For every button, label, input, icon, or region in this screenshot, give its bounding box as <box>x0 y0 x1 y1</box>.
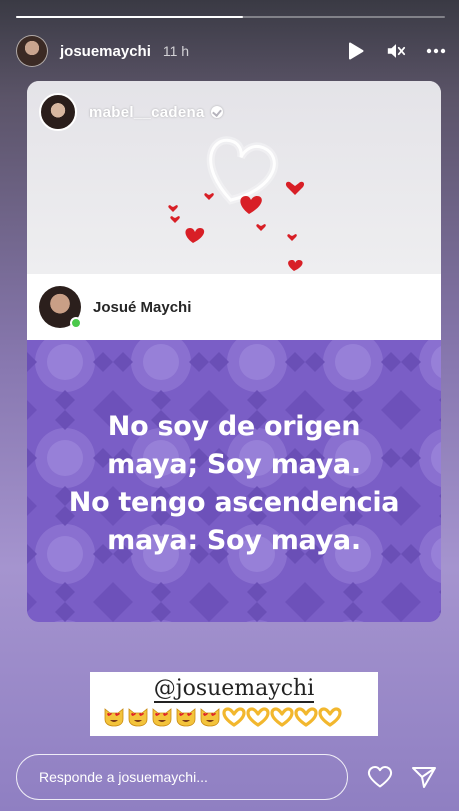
like-heart-icon[interactable] <box>366 763 394 791</box>
shared-post-header: Josué Maychi <box>27 274 441 340</box>
more-options-icon[interactable] <box>426 41 446 61</box>
heart-hands-icon <box>294 706 318 728</box>
post-author-name[interactable]: Josué Maychi <box>93 299 191 316</box>
story-username[interactable]: josuemaychi <box>60 43 151 60</box>
mute-icon[interactable] <box>386 41 406 61</box>
quote-text: No soy de origen maya; Soy maya. No teng… <box>27 408 441 560</box>
header-controls <box>346 41 446 61</box>
mention-handle-text: @josuemaychi <box>153 676 315 703</box>
reply-input[interactable]: Responde a josuemaychi... <box>16 754 348 800</box>
story-progress-bar <box>16 16 445 18</box>
heart-eyes-cat-icon <box>126 706 150 728</box>
quote-line: No soy de origen <box>107 411 361 442</box>
reply-placeholder: Responde a josuemaychi... <box>39 769 208 785</box>
heart-eyes-cat-icon <box>102 706 126 728</box>
emoji-row <box>102 706 342 728</box>
heart-eyes-cat-icon <box>174 706 198 728</box>
heart-hands-icon <box>270 706 294 728</box>
send-icon[interactable] <box>410 763 438 791</box>
outline-heart-icon <box>206 136 279 205</box>
avatar[interactable] <box>39 93 77 131</box>
online-status-icon <box>70 317 82 329</box>
quote-image: No soy de origen maya; Soy maya. No teng… <box>27 340 441 622</box>
heart-hands-icon <box>246 706 270 728</box>
shared-username[interactable]: mabel__cadena <box>89 104 205 121</box>
story-header: josuemaychi 11 h <box>16 34 446 68</box>
story-time: 11 h <box>162 43 190 59</box>
heart-hands-icon <box>222 706 246 728</box>
avatar[interactable] <box>39 286 82 329</box>
mention-sticker[interactable]: @josuemaychi <box>90 672 378 736</box>
play-icon[interactable] <box>346 41 366 61</box>
shared-story-header: mabel__cadena <box>39 93 223 131</box>
verified-badge-icon <box>210 106 223 118</box>
shared-story-card[interactable]: mabel__cadena Josué Maychi No soy de ori… <box>27 81 441 622</box>
quote-line: No tengo ascendencia <box>68 487 400 518</box>
heart-hands-icon <box>318 706 342 728</box>
story-progress-fill <box>16 16 244 18</box>
avatar[interactable] <box>16 35 48 67</box>
heart-eyes-cat-icon <box>150 706 174 728</box>
mention-handle[interactable]: @josuemaychi <box>90 676 378 703</box>
quote-line: maya: Soy maya. <box>107 525 361 556</box>
quote-line: maya; Soy maya. <box>107 449 361 480</box>
heart-eyes-cat-icon <box>198 706 222 728</box>
